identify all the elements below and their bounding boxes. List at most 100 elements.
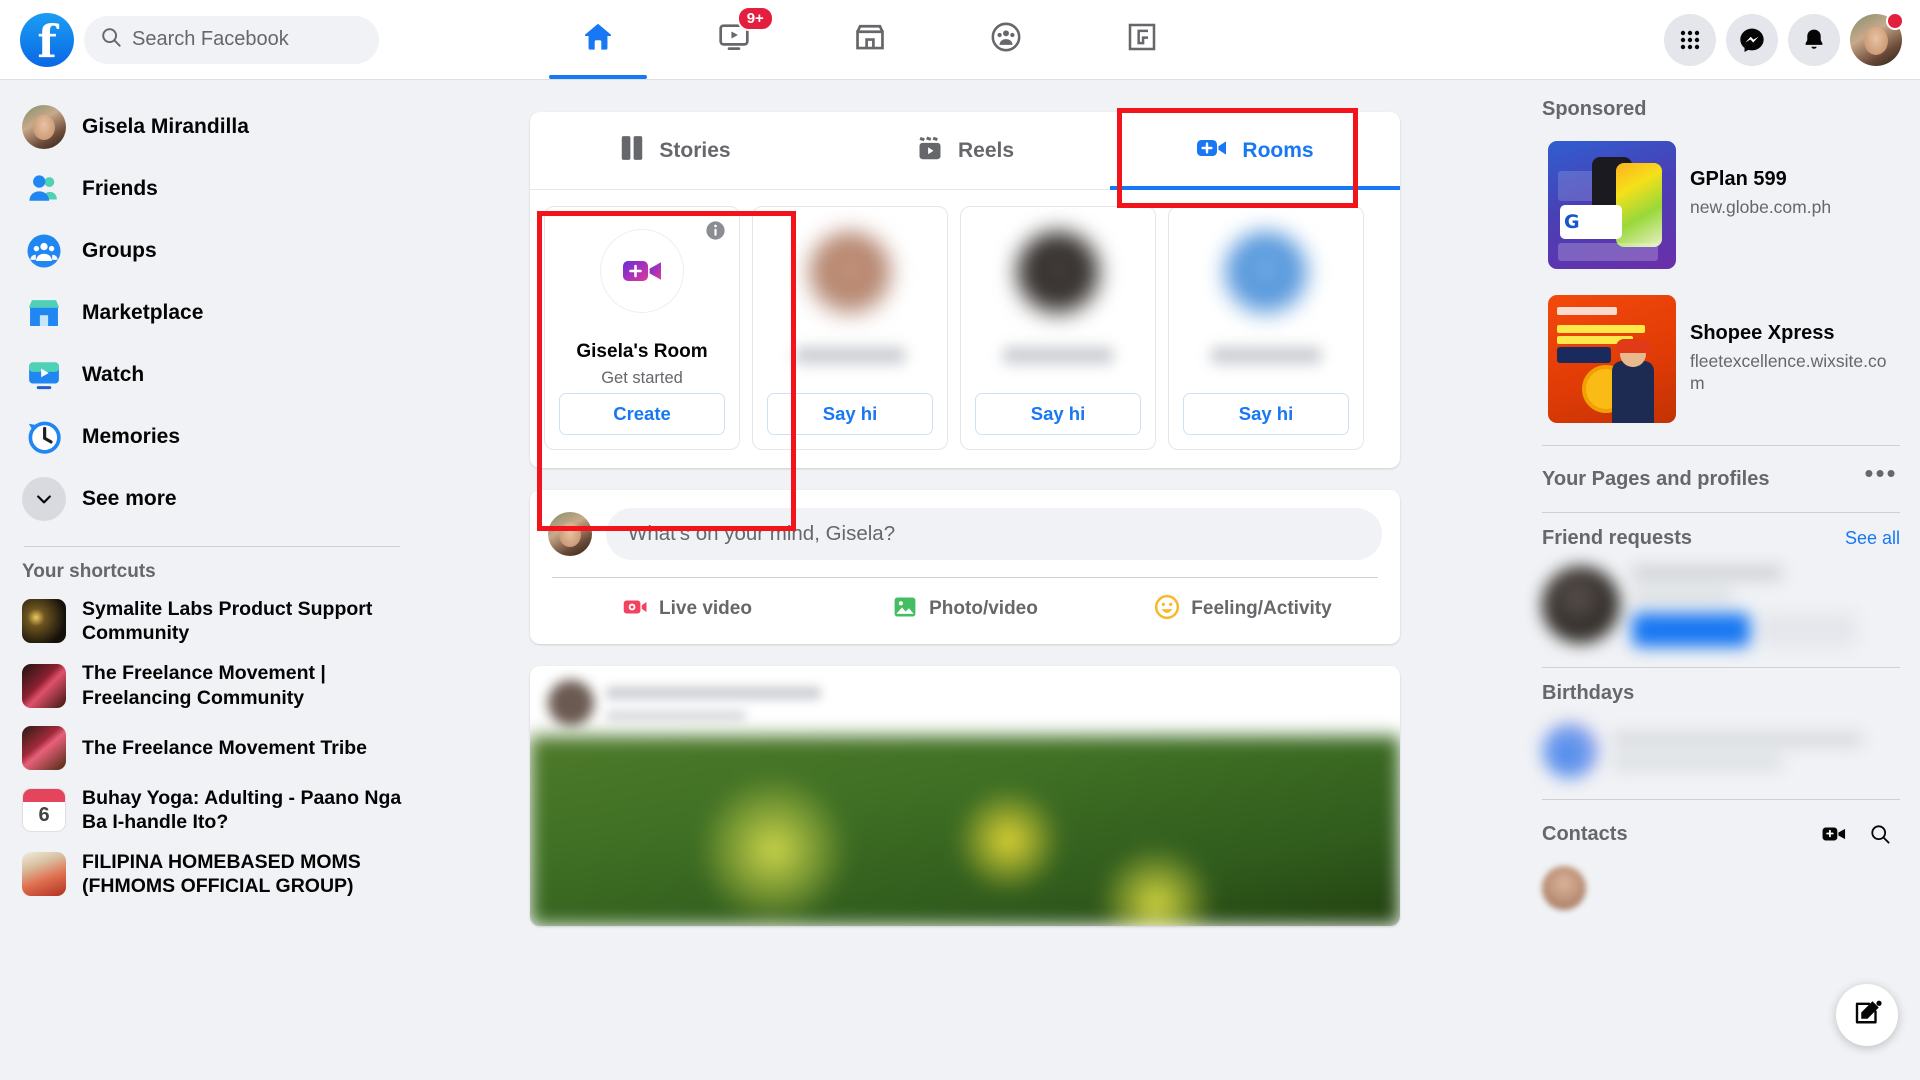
shortcut-thumbnail: [22, 852, 66, 897]
new-room-video-icon[interactable]: [1814, 814, 1854, 854]
friend-requests-see-all[interactable]: See all: [1845, 528, 1900, 549]
sidebar-item-label: Groups: [82, 238, 157, 262]
contact-avatar: [1542, 866, 1586, 910]
friend-request-details: [1632, 566, 1900, 647]
feed-post[interactable]: [530, 666, 1400, 926]
profile-avatar: [22, 105, 66, 149]
header-actions: [1664, 0, 1904, 79]
grid-menu-icon[interactable]: [1664, 13, 1716, 66]
tab-stories[interactable]: Stories: [530, 112, 820, 189]
feeling-activity-button[interactable]: Feeling/Activity: [1104, 578, 1382, 640]
room-card-create[interactable]: Gisela's Room Get started Create: [544, 206, 740, 450]
account-avatar[interactable]: [1850, 11, 1904, 66]
sponsored-ad[interactable]: Shopee Xpress fleetexcellence.wixsite.co…: [1542, 287, 1900, 431]
live-video-button[interactable]: Live video: [548, 578, 826, 640]
nav-tab-gaming[interactable]: [1074, 0, 1210, 79]
facebook-logo-icon[interactable]: [20, 12, 74, 68]
watch-icon: [22, 353, 66, 397]
shortcut-item[interactable]: Symalite Labs Product Support Community: [14, 589, 410, 653]
sidebar-item-label: Marketplace: [82, 300, 204, 324]
account-notification-dot: [1886, 11, 1904, 30]
sidebar-divider: [1542, 512, 1900, 513]
search-contacts-icon[interactable]: [1860, 814, 1900, 854]
contact-avatar: [1224, 231, 1308, 315]
search-input[interactable]: Search Facebook: [84, 15, 379, 64]
rooms-tab-bar: Stories Reels Rooms: [530, 112, 1400, 190]
shortcut-item[interactable]: 6 Buhay Yoga: Adulting - Paano Nga Ba I-…: [14, 778, 410, 842]
chevron-down-icon: [22, 477, 66, 521]
messenger-icon[interactable]: [1726, 13, 1778, 66]
pages-profiles-section: Your Pages and profiles •••: [1542, 460, 1900, 498]
tab-label: Rooms: [1242, 138, 1314, 162]
say-hi-button[interactable]: Say hi: [767, 393, 933, 435]
sidebar-item-friends[interactable]: Friends: [14, 158, 410, 220]
ad-url: new.globe.com.ph: [1690, 197, 1832, 217]
room-card-contact[interactable]: Say hi: [752, 206, 948, 450]
sidebar-item-memories[interactable]: Memories: [14, 406, 410, 468]
shortcut-item[interactable]: The Freelance Movement Tribe: [14, 718, 410, 778]
action-label: Feeling/Activity: [1191, 598, 1332, 619]
calendar-day-number: 6: [38, 803, 50, 826]
post-header: [530, 666, 1400, 736]
photo-video-button[interactable]: Photo/video: [826, 578, 1104, 640]
ad-url: fleetexcellence.wixsite.com: [1690, 351, 1887, 393]
sidebar-item-marketplace[interactable]: Marketplace: [14, 282, 410, 344]
ellipsis-icon[interactable]: •••: [1862, 460, 1900, 498]
room-subtitle: Get started: [601, 369, 683, 387]
sidebar-item-label: Watch: [82, 362, 145, 386]
birthday-item[interactable]: [1542, 717, 1900, 785]
say-hi-button[interactable]: Say hi: [1183, 393, 1349, 435]
composer-placeholder: What's on your mind, Gisela?: [628, 522, 896, 545]
info-icon[interactable]: [705, 220, 726, 246]
shortcut-thumbnail: [22, 725, 66, 770]
delete-button[interactable]: [1760, 613, 1856, 647]
composer-input[interactable]: What's on your mind, Gisela?: [606, 508, 1382, 560]
feeling-activity-icon: [1154, 594, 1180, 625]
contact-avatar: [808, 231, 892, 315]
sponsored-heading: Sponsored: [1542, 98, 1647, 120]
tab-rooms[interactable]: Rooms: [1110, 112, 1400, 190]
sidebar-item-label: Gisela Mirandilla: [82, 114, 249, 138]
nav-tab-marketplace[interactable]: [802, 0, 938, 79]
contact-item[interactable]: [1542, 866, 1900, 910]
sponsored-ad[interactable]: G GPlan 599 new.globe.com.ph: [1542, 133, 1900, 277]
sidebar-divider: [24, 546, 400, 547]
video-badge: 9+: [736, 6, 774, 31]
rooms-icon: [1196, 136, 1228, 165]
search-icon: [100, 26, 122, 53]
nav-tab-groups[interactable]: [938, 0, 1074, 79]
sidebar-item-profile[interactable]: Gisela Mirandilla: [14, 96, 410, 158]
composer-actions: Live video Photo/video Feeling/Activity: [548, 578, 1382, 640]
tab-label: Reels: [957, 138, 1015, 162]
create-room-button[interactable]: Create: [559, 393, 725, 435]
contacts-heading: Contacts: [1542, 822, 1628, 845]
action-label: Live video: [659, 598, 752, 619]
shortcut-thumbnail: [22, 599, 66, 644]
ad-title: Shopee Xpress: [1690, 322, 1835, 344]
compose-message-button[interactable]: [1836, 984, 1898, 1046]
confirm-button[interactable]: [1632, 613, 1750, 647]
sidebar-item-see-more[interactable]: See more: [14, 468, 410, 530]
groups-icon: [22, 229, 66, 273]
say-hi-button[interactable]: Say hi: [975, 393, 1141, 435]
avatar-face: [1864, 26, 1888, 55]
nav-tab-home[interactable]: [530, 0, 666, 79]
contacts-section-header: Contacts: [1542, 814, 1900, 854]
room-card-contact[interactable]: Say hi: [1168, 206, 1364, 450]
friend-request-item[interactable]: [1542, 560, 1900, 653]
tab-reels[interactable]: Reels: [820, 112, 1110, 189]
contact-name-blurred: [1211, 347, 1321, 364]
sidebar-item-watch[interactable]: Watch: [14, 344, 410, 406]
friend-request-avatar: [1542, 566, 1620, 644]
bell-icon[interactable]: [1788, 13, 1840, 66]
friend-requests-heading: Friend requests: [1542, 527, 1693, 549]
shortcut-item[interactable]: FILIPINA HOMEBASED MOMS (FHMOMS OFFICIAL…: [14, 842, 410, 906]
sidebar-item-groups[interactable]: Groups: [14, 220, 410, 282]
shortcut-item[interactable]: The Freelance Movement | Freelancing Com…: [14, 653, 410, 717]
home-icon: [580, 19, 616, 60]
groups-icon: [989, 20, 1023, 59]
composer-avatar[interactable]: [548, 512, 592, 556]
contact-name-blurred: [795, 347, 905, 364]
nav-tab-video[interactable]: 9+: [666, 0, 802, 79]
room-card-contact[interactable]: Say hi: [960, 206, 1156, 450]
